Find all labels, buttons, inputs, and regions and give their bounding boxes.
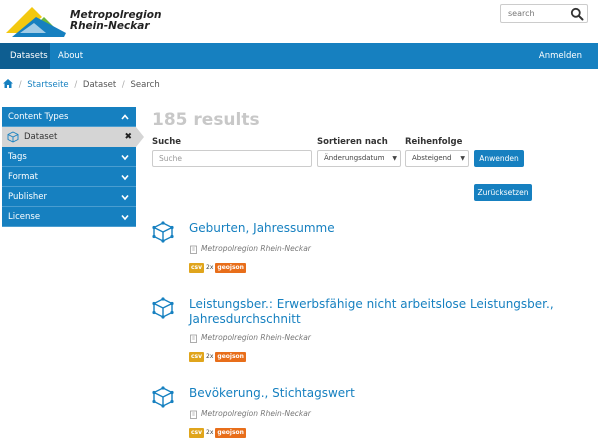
dataset-item: Leistungsber.: Erwerbsfähige nicht arbei…	[152, 297, 572, 367]
dataset-publisher: Metropolregion Rhein-Neckar	[189, 333, 311, 343]
publisher-name: Metropolregion Rhein-Neckar	[201, 244, 311, 253]
active-arrow	[136, 127, 144, 147]
brand-name[interactable]: Metropolregion Rhein-Neckar	[70, 10, 161, 32]
times-icon[interactable]: ✖	[124, 127, 132, 147]
facet-label: Tags	[8, 152, 27, 162]
dataset-title[interactable]: Leistungsber.: Erwerbsfähige nicht arbei…	[189, 297, 569, 327]
facet-label: Content Types	[8, 112, 69, 122]
building-icon	[190, 245, 197, 254]
brand-name-line2: Rhein-Neckar	[70, 20, 150, 32]
nav-about[interactable]: About	[50, 43, 91, 69]
dataset-item: Geburten, Jahressumme Metropolregion Rhe…	[152, 221, 572, 276]
cube-icon	[152, 221, 174, 243]
order-select-value: Absteigend	[412, 154, 452, 162]
facet-label: Publisher	[8, 192, 48, 202]
building-icon	[190, 410, 197, 419]
sort-select-value: Änderungsdatum	[324, 154, 385, 162]
dataset-title[interactable]: Bevökerung., Stichtagswert	[189, 386, 569, 401]
chevron-down-icon	[121, 214, 129, 221]
reset-button[interactable]: Zurücksetzen	[474, 184, 532, 201]
caret-down-icon: ▼	[460, 155, 465, 162]
main-nav: Datasets About Anmelden	[0, 43, 598, 69]
format-count: 2x	[206, 353, 214, 360]
facet-format[interactable]: Format	[2, 167, 136, 187]
cube-icon	[152, 386, 174, 408]
home-icon[interactable]	[3, 79, 13, 88]
format-badge-csv[interactable]: csv	[189, 352, 205, 362]
facet-publisher[interactable]: Publisher	[2, 187, 136, 207]
cube-icon	[7, 131, 19, 143]
dataset-publisher: Metropolregion Rhein-Neckar	[189, 244, 311, 254]
dataset-formats: csv 2x geojson	[189, 263, 246, 273]
publisher-name: Metropolregion Rhein-Neckar	[201, 409, 311, 418]
dataset-title[interactable]: Geburten, Jahressumme	[189, 221, 569, 236]
breadcrumb-separator: /	[18, 80, 22, 90]
publisher-name: Metropolregion Rhein-Neckar	[201, 333, 311, 342]
cube-icon	[152, 297, 174, 319]
facet-active-label: Dataset	[24, 132, 58, 142]
building-icon	[190, 334, 197, 343]
sort-select[interactable]: Änderungsdatum ▼	[317, 150, 401, 167]
nav-datasets[interactable]: Datasets	[0, 43, 50, 69]
header-search	[500, 4, 588, 23]
chevron-down-icon	[121, 174, 129, 181]
search-label: Suche	[152, 137, 182, 147]
sort-label: Sortieren nach	[317, 137, 388, 147]
breadcrumb-separator: /	[74, 80, 78, 90]
query-input[interactable]: Suche	[152, 150, 312, 167]
facet-sidebar: Content Types Dataset ✖ Tags Format Publ…	[2, 107, 144, 227]
dataset-item: Bevökerung., Stichtagswert Metropolregio…	[152, 386, 572, 441]
breadcrumb-current: Search	[130, 80, 160, 90]
format-badge-geojson[interactable]: geojson	[215, 352, 246, 362]
dataset-publisher: Metropolregion Rhein-Neckar	[189, 409, 311, 419]
format-badge-csv[interactable]: csv	[189, 428, 205, 438]
breadcrumb-home[interactable]: Startseite	[27, 80, 68, 90]
chevron-up-icon	[121, 114, 129, 120]
format-count: 2x	[206, 264, 214, 271]
format-badge-geojson[interactable]: geojson	[215, 263, 246, 273]
order-select[interactable]: Absteigend ▼	[405, 150, 469, 167]
magnifier-icon[interactable]	[570, 7, 584, 21]
breadcrumb-separator: /	[121, 80, 125, 90]
breadcrumb: / Startseite / Dataset / Search	[3, 79, 160, 91]
format-count: 2x	[206, 429, 214, 436]
chevron-down-icon	[121, 154, 129, 161]
header-search-input[interactable]	[501, 5, 567, 22]
format-badge-geojson[interactable]: geojson	[215, 428, 246, 438]
order-label: Reihenfolge	[405, 137, 463, 147]
facet-license[interactable]: License	[2, 207, 136, 227]
dataset-formats: csv 2x geojson	[189, 428, 246, 438]
facet-label: Format	[8, 172, 38, 182]
brand-logo[interactable]	[2, 3, 70, 39]
facet-tags[interactable]: Tags	[2, 147, 136, 167]
apply-button[interactable]: Anwenden	[474, 150, 524, 167]
facet-label: License	[8, 212, 41, 222]
chevron-down-icon	[121, 194, 129, 201]
site-header: Metropolregion Rhein-Neckar	[0, 0, 598, 42]
breadcrumb-dataset[interactable]: Dataset	[83, 80, 116, 90]
results-count: 185 results	[152, 110, 260, 130]
facet-content-types[interactable]: Content Types	[2, 107, 136, 127]
facet-active-dataset[interactable]: Dataset ✖	[2, 127, 144, 147]
nav-login[interactable]: Anmelden	[531, 43, 590, 69]
caret-down-icon: ▼	[392, 155, 397, 162]
dataset-formats: csv 2x geojson	[189, 352, 246, 362]
format-badge-csv[interactable]: csv	[189, 263, 205, 273]
